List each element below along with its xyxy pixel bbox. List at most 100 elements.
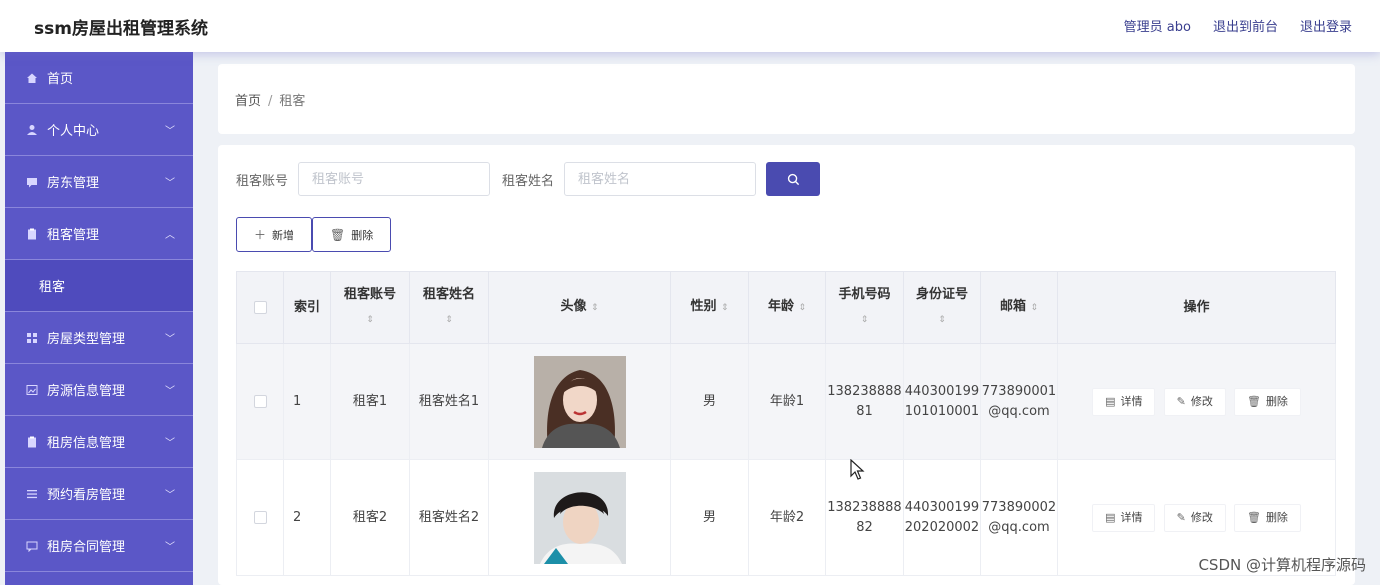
add-button[interactable]: ＋ 新增 (236, 217, 313, 252)
header-account[interactable]: 租客账号 ⇕ (330, 271, 410, 344)
header-email[interactable]: 邮箱 ⇕ (980, 271, 1058, 344)
sidebar-item-rental-info[interactable]: 租房信息管理 ﹀ (5, 416, 193, 468)
breadcrumb-card: 首页 / 租客 (218, 64, 1355, 134)
delete-button-label: 删除 (351, 228, 374, 242)
header-gender[interactable]: 性别 ⇕ (670, 271, 749, 344)
sidebar-item-home[interactable]: 首页 (5, 52, 193, 104)
header-name[interactable]: 租客姓名 ⇕ (409, 271, 489, 344)
row-checkbox[interactable] (253, 510, 267, 524)
header-avatar[interactable]: 头像 ⇕ (488, 271, 671, 344)
edit-button[interactable]: ✎ 修改 (1163, 503, 1226, 532)
cell-email: 773890001@qq.com (980, 343, 1058, 460)
cell-email: 773890002@qq.com (980, 459, 1058, 576)
sidebar-item-landlord[interactable]: 房东管理 ﹀ (5, 156, 193, 208)
account-search-input[interactable] (298, 162, 491, 196)
toolbar: ＋ 新增 🗑 删除 (236, 217, 392, 252)
sidebar-item-contract[interactable]: 租房合同管理 ﹀ (5, 520, 193, 572)
chevron-up-icon: ︿ (165, 230, 175, 241)
sidebar-item-listing[interactable]: 房源信息管理 ﹀ (5, 364, 193, 416)
sidebar-item-personal-center[interactable]: 个人中心 ﹀ (5, 104, 193, 156)
sidebar-item-viewing-appointment[interactable]: 预约看房管理 ﹀ (5, 468, 193, 520)
select-all-checkbox[interactable] (253, 300, 267, 314)
search-icon (787, 173, 799, 185)
cell-actions: ▤ 详情 ✎ 修改 🗑 删除 (1057, 343, 1336, 460)
cell-avatar (488, 459, 671, 576)
top-bar: ssm房屋出租管理系统 管理员 abo 退出到前台 退出登录 (0, 0, 1380, 52)
cell-id-card: 440300199101010001 (903, 343, 981, 460)
table-header-row: 索引 租客账号 ⇕ 租客姓名 ⇕ 头像 ⇕ 性别 ⇕ 年龄 ⇕ 手机号码 ⇕ 身份证号… (236, 271, 1336, 344)
cell-avatar (488, 343, 671, 460)
header-age[interactable]: 年龄 ⇕ (748, 271, 826, 344)
document-icon: ▤ (1105, 394, 1116, 408)
sidebar-item-house-type[interactable]: 房屋类型管理 ﹀ (5, 312, 193, 364)
sidebar: 首页 个人中心 ﹀ 房东管理 ﹀ 租客管理 ︿ 租客 房屋类型管理 ﹀ 房源信息… (5, 52, 193, 585)
sidebar-item-label: 租房合同管理 (47, 540, 126, 555)
cell-account: 租客2 (330, 459, 410, 576)
row-delete-button[interactable]: 🗑 删除 (1233, 503, 1301, 532)
avatar (533, 355, 626, 448)
search-button[interactable] (766, 162, 821, 196)
chevron-down-icon: ﹀ (165, 542, 175, 553)
edit-label: 修改 (1190, 394, 1213, 408)
header-age-label: 年龄 (767, 299, 794, 314)
chevron-down-icon: ﹀ (165, 334, 175, 345)
delete-label: 删除 (1265, 510, 1288, 524)
row-delete-button[interactable]: 🗑 删除 (1233, 387, 1301, 416)
pencil-icon: ✎ (1176, 394, 1186, 408)
chevron-down-icon: ﹀ (165, 386, 175, 397)
header-avatar-label: 头像 (560, 299, 587, 314)
header-id-card-label: 身份证号 (915, 287, 968, 302)
header-email-label: 邮箱 (999, 299, 1026, 314)
header-id-card[interactable]: 身份证号 ⇕ (903, 271, 981, 344)
chat-icon (25, 175, 39, 189)
sidebar-item-tenant[interactable]: 租客管理 ︿ (5, 208, 193, 260)
breadcrumb-separator: / (268, 94, 273, 109)
header-phone[interactable]: 手机号码 ⇕ (825, 271, 904, 344)
exit-to-front-link[interactable]: 退出到前台 (1213, 16, 1278, 35)
delete-button[interactable]: 🗑 删除 (312, 217, 392, 252)
cell-age: 年龄2 (748, 459, 826, 576)
sidebar-item-label: 房屋类型管理 (47, 332, 126, 347)
header-phone-label: 手机号码 (838, 287, 891, 302)
row-checkbox-cell (236, 459, 284, 576)
chevron-down-icon: ﹀ (165, 178, 175, 189)
home-icon (25, 71, 39, 85)
user-icon (25, 123, 39, 137)
sidebar-subitem-tenant[interactable]: 租客 (5, 260, 193, 312)
sort-icon: ⇕ (721, 303, 729, 313)
header-checkbox-cell (236, 271, 284, 344)
header-index: 索引 (283, 271, 331, 344)
chevron-down-icon: ﹀ (165, 126, 175, 137)
detail-button[interactable]: ▤ 详情 (1092, 387, 1156, 416)
name-search-input[interactable] (564, 162, 757, 196)
admin-user-link[interactable]: 管理员 abo (1124, 16, 1191, 35)
breadcrumb: 首页 / 租客 (235, 90, 305, 109)
trash-icon: 🗑 (1246, 510, 1261, 524)
trash-icon: 🗑 (330, 227, 346, 242)
sidebar-item-label: 首页 (47, 72, 74, 87)
table-row[interactable]: 2 租客2 租客姓名2 男 年龄2 13823888882 4403001992… (236, 459, 1336, 576)
header-actions: 操作 (1057, 271, 1336, 344)
pencil-icon: ✎ (1176, 510, 1186, 524)
message-icon (25, 539, 39, 553)
row-checkbox[interactable] (253, 394, 267, 408)
edit-button[interactable]: ✎ 修改 (1163, 387, 1226, 416)
detail-button[interactable]: ▤ 详情 (1092, 503, 1156, 532)
watermark: CSDN @计算机程序源码 (1198, 556, 1366, 574)
table-row[interactable]: 1 租客1 租客姓名1 男 年龄1 13823888881 4403001991… (236, 343, 1336, 460)
sort-icon: ⇕ (1030, 303, 1039, 313)
mouse-cursor-icon (850, 459, 865, 480)
detail-label: 详情 (1120, 394, 1143, 408)
sort-icon: ⇕ (798, 303, 807, 313)
cell-gender: 男 (670, 459, 749, 576)
sort-icon: ⇕ (445, 315, 453, 325)
breadcrumb-home[interactable]: 首页 (235, 94, 261, 109)
cell-phone: 13823888881 (825, 343, 904, 460)
clipboard-icon (25, 435, 39, 449)
search-bar: 租客账号 租客姓名 (236, 162, 821, 196)
image-icon (25, 383, 39, 397)
logout-link[interactable]: 退出登录 (1300, 16, 1352, 35)
app-title: ssm房屋出租管理系统 (34, 19, 208, 39)
chevron-down-icon: ﹀ (165, 490, 175, 501)
cell-name: 租客姓名2 (409, 459, 489, 576)
